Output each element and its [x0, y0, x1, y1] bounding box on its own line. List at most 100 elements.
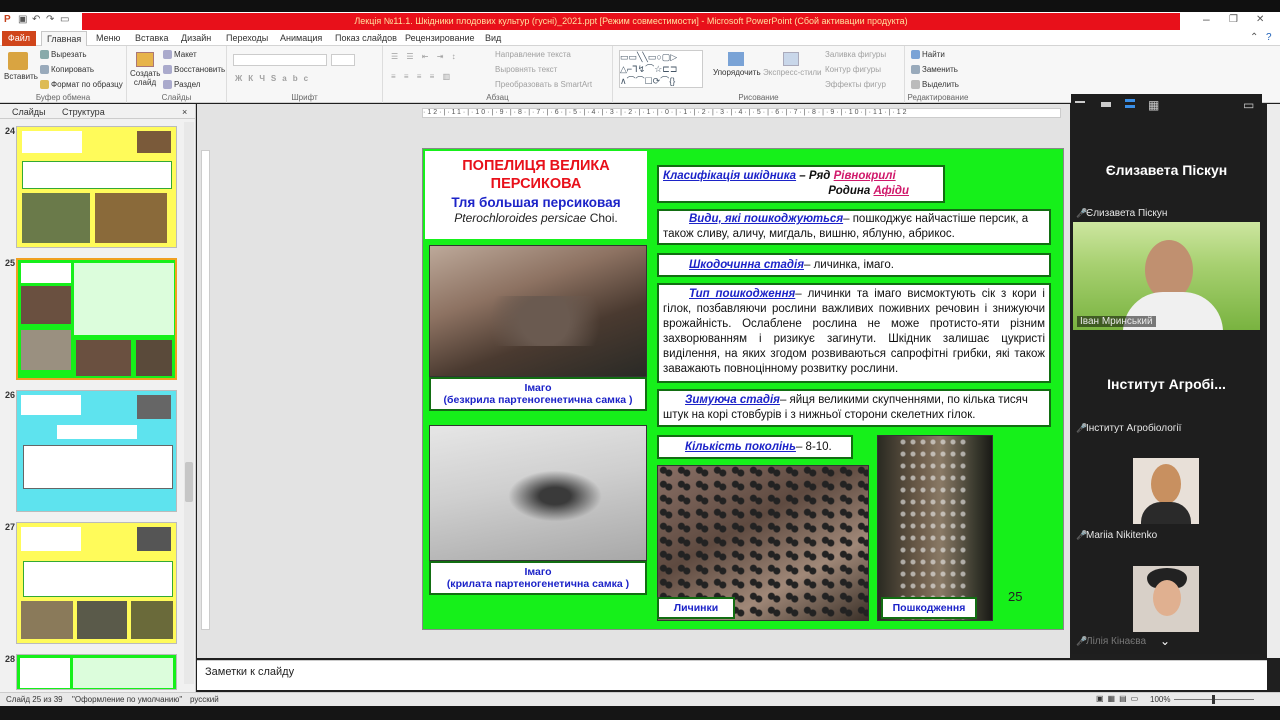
scissors-icon: [40, 50, 49, 60]
tab-file[interactable]: Файл: [2, 31, 36, 46]
close-panel-icon[interactable]: ×: [182, 107, 187, 117]
tab-outline-panel[interactable]: Структура: [62, 107, 105, 117]
slide-page-number: 25: [1008, 589, 1023, 604]
paste-button[interactable]: Вставить: [4, 52, 38, 81]
tab-animation[interactable]: Анимация: [275, 31, 327, 46]
paste-icon: [8, 52, 28, 70]
layout-button[interactable]: Макет: [163, 50, 197, 60]
thumb-text: [74, 263, 174, 335]
tab-menu[interactable]: Меню: [91, 31, 125, 46]
shape-outline-button[interactable]: Контур фигуры: [825, 65, 881, 74]
cut-button[interactable]: Вырезать: [40, 50, 87, 60]
caption-damage: Пошкодження: [892, 602, 966, 614]
chevron-down-icon[interactable]: ⌄: [1160, 634, 1170, 648]
minimize-icon[interactable]: [1075, 101, 1085, 107]
status-language[interactable]: русский: [190, 695, 219, 704]
classification-box[interactable]: Класифікація шкідника – Ряд Рівнокрилі Р…: [657, 165, 945, 203]
status-slide-count: Слайд 25 из 39: [6, 695, 63, 704]
cut-label: Вырезать: [51, 50, 87, 59]
arrange-button[interactable]: Упорядочить: [713, 52, 761, 77]
tab-insert[interactable]: Вставка: [130, 31, 173, 46]
slideshow-icon[interactable]: ▭: [60, 14, 69, 25]
view-small-icon[interactable]: [1101, 102, 1111, 107]
shape-effects-button[interactable]: Эффекты фигур: [825, 80, 886, 89]
slide-thumbnail[interactable]: [16, 126, 177, 248]
slide-canvas[interactable]: ПОПЕЛИЦЯ ВЕЛИКА ПЕРСИКОВА Тля большая пе…: [422, 148, 1064, 630]
caption-damage-box: Пошкодження: [881, 597, 977, 619]
participant-video[interactable]: Іван Мринський: [1073, 222, 1260, 330]
smartart-button[interactable]: Преобразовать в SmartArt: [495, 80, 592, 89]
text-direction-button[interactable]: Направление текста: [495, 50, 571, 59]
group-paragraph: ☰ ☰ ⇤ ⇥ ↕ ≡ ≡ ≡ ≡ ▥ Направление текста В…: [383, 46, 613, 103]
select-button[interactable]: Выделить: [911, 80, 959, 90]
slide-thumbnail[interactable]: [16, 522, 177, 644]
font-format-buttons[interactable]: ЖКЧSabc: [235, 74, 314, 83]
shape-fill-button[interactable]: Заливка фигуры: [825, 50, 886, 59]
shape-effects-label: Эффекты фигур: [825, 80, 886, 89]
tab-slideshow[interactable]: Показ слайдов: [330, 31, 402, 46]
participant-photo: [1133, 458, 1199, 524]
notes-placeholder: Заметки к слайду: [205, 666, 295, 678]
stage-box[interactable]: Шкодочинна стадія– личинка, імаго.: [657, 253, 1051, 277]
slide-thumbnail[interactable]: [16, 654, 177, 690]
help-icon[interactable]: ?: [1266, 32, 1272, 43]
format-painter-button[interactable]: Формат по образцу: [40, 80, 123, 90]
panel-scrollbar[interactable]: [184, 122, 194, 684]
tab-transitions[interactable]: Переходы: [221, 31, 273, 46]
slide-thumbnail-active[interactable]: [16, 258, 177, 380]
status-theme[interactable]: "Оформление по умолчанию": [72, 695, 182, 704]
tab-review[interactable]: Рецензирование: [400, 31, 480, 46]
minimize-icon[interactable]: –: [1203, 12, 1210, 26]
speaker-view-icon[interactable]: [1125, 99, 1135, 108]
tab-home[interactable]: Главная: [41, 31, 88, 46]
species-box[interactable]: Види, які пошкоджуються– пошкоджує найча…: [657, 209, 1051, 245]
chevron-up-icon[interactable]: ⌃: [1250, 32, 1258, 43]
popout-icon[interactable]: ▭: [1243, 98, 1254, 112]
copy-button[interactable]: Копировать: [40, 65, 94, 75]
save-icon[interactable]: ▣: [18, 14, 27, 25]
zoom-level[interactable]: 100%: [1150, 695, 1170, 704]
vertical-ruler: [201, 150, 210, 630]
slide-title-box[interactable]: ПОПЕЛИЦЯ ВЕЛИКА ПЕРСИКОВА Тля большая пе…: [425, 151, 647, 239]
notes-pane[interactable]: Заметки к слайду: [197, 660, 1267, 690]
align-buttons[interactable]: ≡ ≡ ≡ ≡ ▥: [391, 72, 453, 81]
generations-text: Кількість поколінь– 8-10.: [659, 437, 851, 455]
tab-view[interactable]: Вид: [480, 31, 506, 46]
zoom-slider-thumb[interactable]: [1212, 695, 1215, 704]
new-slide-button[interactable]: Создать слайд: [130, 52, 160, 87]
order-name: Рівнокрилі: [833, 170, 896, 182]
reset-button[interactable]: Восстановить: [163, 65, 225, 75]
editor-scrollbar[interactable]: [1267, 104, 1280, 658]
slide-thumbnail[interactable]: [16, 390, 177, 512]
tab-slides-panel[interactable]: Слайды: [12, 107, 46, 117]
mic-muted-icon: 🎤: [1076, 423, 1088, 433]
slide-title-ru: Тля большая персиковая: [451, 195, 621, 210]
replace-label: Заменить: [922, 65, 958, 74]
align-text-button[interactable]: Выровнять текст: [495, 65, 557, 74]
undo-icon[interactable]: ↶: [32, 14, 40, 25]
close-icon[interactable]: ✕: [1256, 14, 1264, 25]
gallery-view-icon[interactable]: ▦: [1148, 98, 1159, 112]
replace-button[interactable]: Заменить: [911, 65, 958, 75]
section-button[interactable]: Раздел: [163, 80, 200, 90]
scrollbar-thumb[interactable]: [185, 462, 193, 502]
redo-icon[interactable]: ↷: [46, 14, 54, 25]
species-text: Види, які пошкоджуються– пошкоджує найча…: [659, 211, 1049, 242]
thumb-title: [21, 527, 81, 551]
shapes-gallery[interactable]: ▭▭╲╲▭○▢▷ △⌐ᒣ↯⌒☆⊏⊐ ∧⌒⌒☐⟳⌒{}: [619, 50, 703, 88]
view-buttons[interactable]: ▣▦▤▭: [1096, 694, 1142, 703]
font-name-input[interactable]: [233, 54, 327, 66]
list-buttons[interactable]: ☰ ☰ ⇤ ⇥ ↕: [391, 52, 459, 61]
tab-design[interactable]: Дизайн: [176, 31, 216, 46]
winter-box[interactable]: Зимуюча стадія– яйця великими скупченням…: [657, 389, 1051, 427]
damage-box[interactable]: Тип пошкодження– личинки та імаго висмок…: [657, 283, 1051, 383]
slide-editor: ·12·|·11·|·10·|·9·|·8·|·7·|·6·|·5·|·4·|·…: [197, 104, 1070, 658]
group-slides: Создать слайд Макет Восстановить Раздел …: [127, 46, 227, 103]
smartart-label: Преобразовать в SmartArt: [495, 80, 593, 89]
generations-box[interactable]: Кількість поколінь– 8-10.: [657, 435, 853, 459]
find-button[interactable]: Найти: [911, 50, 945, 60]
participant-label: 🎤Єлизавета Піскун: [1076, 208, 1167, 219]
quick-styles-button[interactable]: Экспресс-стили: [763, 52, 822, 77]
maximize-icon[interactable]: ❐: [1229, 14, 1238, 25]
font-size-input[interactable]: [331, 54, 355, 66]
